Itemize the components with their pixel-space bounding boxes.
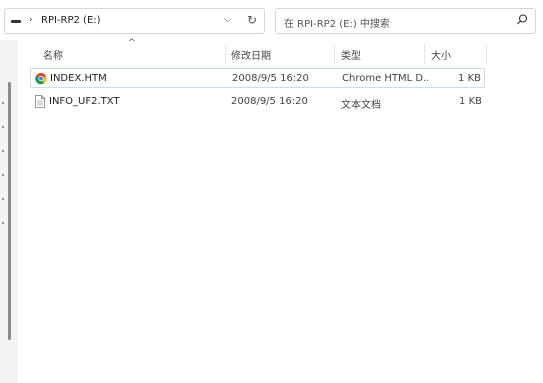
nav-scrollbar[interactable] (8, 82, 11, 340)
column-divider[interactable] (334, 44, 335, 64)
address-path[interactable]: RPI-RP2 (E:) (41, 15, 101, 26)
chrome-icon (35, 73, 47, 85)
chevron-right-icon: › (29, 15, 33, 25)
nav-marker (2, 126, 4, 128)
column-size[interactable]: 大小 (431, 47, 451, 62)
search-icon[interactable] (515, 13, 529, 27)
column-divider[interactable] (424, 44, 425, 64)
drive-icon (11, 20, 21, 23)
search-box[interactable]: 在 RPI-RP2 (E:) 中搜索 (275, 8, 536, 34)
column-date[interactable]: 修改日期 (231, 47, 271, 62)
file-row-index-htm[interactable]: INDEX.HTM 2008/9/5 16:20 Chrome HTML D..… (30, 68, 485, 88)
navigation-pane (0, 40, 18, 383)
nav-marker (2, 102, 4, 104)
search-input[interactable]: 在 RPI-RP2 (E:) 中搜索 (284, 15, 390, 30)
file-type: 文本文档 (341, 100, 381, 111)
sort-ascending-icon: ^ (128, 38, 136, 48)
file-date: 2008/9/5 16:20 (231, 96, 308, 107)
nav-marker (2, 198, 4, 200)
refresh-icon[interactable]: ↻ (247, 13, 257, 27)
file-row-info-uf2[interactable]: INFO_UF2.TXT 2008/9/5 16:20 文本文档 1 KB (30, 92, 485, 112)
file-type: Chrome HTML D... (342, 73, 428, 84)
nav-marker (2, 174, 4, 176)
address-bar[interactable]: › RPI-RP2 (E:) ⌵ ↻ (4, 8, 265, 34)
column-type[interactable]: 类型 (341, 47, 361, 62)
column-divider[interactable] (486, 44, 487, 64)
file-name[interactable]: INFO_UF2.TXT (49, 96, 120, 107)
file-size: 1 KB (458, 73, 481, 84)
text-file-icon (35, 95, 45, 108)
nav-marker (2, 150, 4, 152)
file-date: 2008/9/5 16:20 (232, 73, 309, 84)
nav-marker (2, 222, 4, 224)
file-name[interactable]: INDEX.HTM (50, 73, 107, 84)
file-size: 1 KB (459, 96, 482, 107)
column-name[interactable]: 名称 (43, 47, 63, 62)
column-divider[interactable] (225, 44, 226, 64)
chevron-down-icon[interactable]: ⌵ (224, 14, 232, 25)
